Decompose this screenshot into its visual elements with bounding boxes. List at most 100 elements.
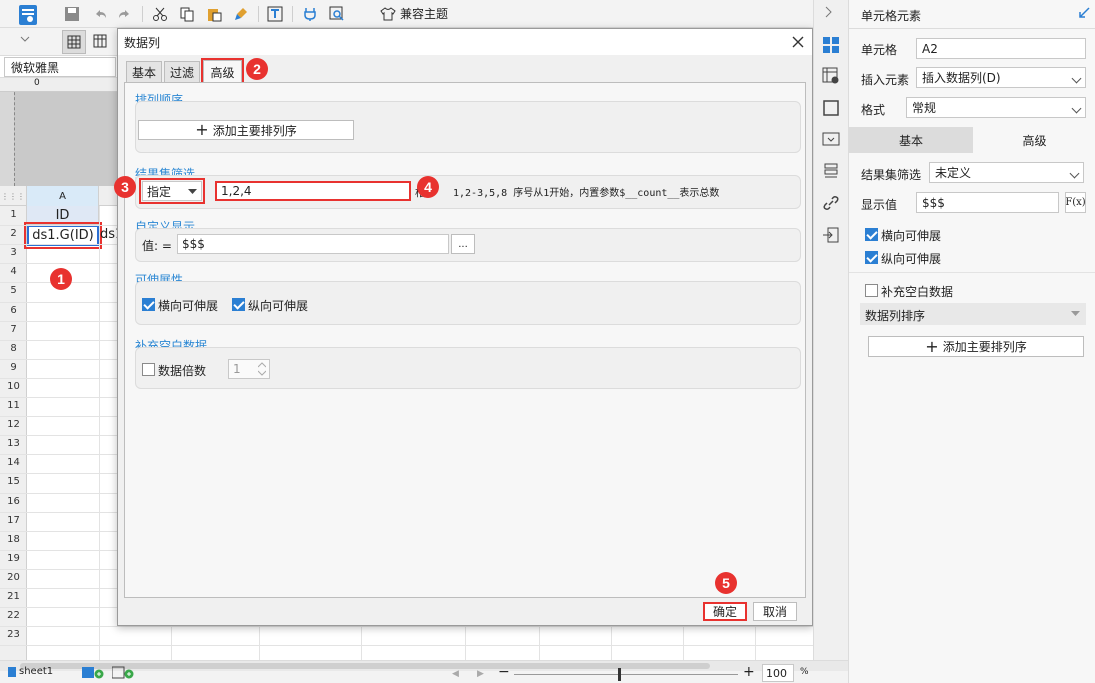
row-header[interactable]: 11 [0, 400, 27, 411]
row-header[interactable]: 1 [0, 209, 27, 220]
row-header[interactable]: 10 [0, 381, 27, 392]
preview-search-icon[interactable] [327, 4, 347, 24]
multiple-value: 1 [233, 362, 241, 376]
add-sheet-icon[interactable] [82, 666, 104, 679]
ok-button[interactable]: 确定 [703, 602, 747, 621]
panel-h-expand-checkbox[interactable] [865, 228, 878, 241]
column-header-a[interactable]: A [27, 186, 99, 206]
hyperlink-icon[interactable] [822, 194, 840, 212]
import-icon[interactable] [822, 226, 840, 244]
row-header[interactable]: 4 [0, 266, 27, 277]
panel-tab-basic[interactable]: 基本 [849, 127, 973, 153]
sort-header[interactable]: 数据列排序 [860, 303, 1086, 325]
stepper-arrows-icon [258, 362, 266, 376]
copy-icon[interactable] [177, 4, 197, 24]
row-header[interactable]: 6 [0, 305, 27, 316]
panel-filter-select[interactable]: 未定义 [929, 162, 1084, 183]
multiple-stepper[interactable]: 1 [228, 359, 270, 379]
panel-filter-label: 结果集筛选 [861, 168, 922, 182]
row-header[interactable]: 20 [0, 572, 27, 583]
display-input[interactable]: $$$ [916, 192, 1059, 213]
row-header[interactable]: 3 [0, 247, 27, 258]
table-icon[interactable] [92, 33, 108, 49]
tab-filter[interactable]: 过滤 [164, 61, 200, 82]
filter-mode-highlight [139, 178, 205, 204]
row-header[interactable]: 14 [0, 457, 27, 468]
value-input[interactable]: $$$ [177, 234, 449, 254]
multiple-checkbox[interactable] [142, 363, 155, 376]
zoom-in-icon[interactable]: + [743, 664, 755, 680]
cell-input[interactable]: A2 [916, 38, 1086, 59]
h-expand-label: 横向可伸展 [158, 299, 219, 313]
ellipsis-button[interactable]: ... [451, 234, 475, 254]
paste-icon[interactable] [204, 4, 224, 24]
panel-add-sort-button[interactable]: + 添加主要排列序 [868, 336, 1084, 357]
format-select[interactable]: 常规 [906, 97, 1086, 118]
chevron-right-icon[interactable] [824, 6, 834, 18]
chevron-down-icon[interactable] [20, 36, 30, 44]
scroll-left-icon[interactable]: ◀ [452, 669, 459, 679]
condition-attribute-icon[interactable] [822, 162, 840, 180]
data-column-dialog: 数据列 基本 过滤 高级 排列顺序 + 添加主要排列序 结果集筛选 指定 1,2… [117, 28, 813, 626]
row-header[interactable]: 17 [0, 515, 27, 526]
cut-icon[interactable] [150, 4, 170, 24]
row-header[interactable]: 13 [0, 438, 27, 449]
filter-value-input[interactable]: 1,2,4 [215, 181, 411, 201]
grid-line [99, 206, 100, 660]
insert-value: 插入数据列(D) [922, 71, 1001, 85]
panel-fill-checkbox[interactable] [865, 284, 878, 297]
row-header[interactable]: 7 [0, 324, 27, 335]
row-header[interactable]: 8 [0, 343, 27, 354]
font-value: 微软雅黑 [11, 60, 60, 75]
zoom-slider-handle[interactable] [618, 668, 621, 681]
undo-icon[interactable] [90, 4, 110, 24]
row-header[interactable]: 5 [0, 285, 27, 296]
row-header[interactable]: 23 [0, 629, 27, 640]
step-badge-1: 1 [50, 268, 72, 290]
row-header[interactable]: 9 [0, 362, 27, 373]
insert-select[interactable]: 插入数据列(D) [916, 67, 1086, 88]
close-icon[interactable] [788, 32, 808, 52]
v-expand-checkbox[interactable] [232, 298, 245, 311]
collapse-arrow-icon[interactable] [1078, 7, 1090, 19]
multiple-label: 数据倍数 [158, 364, 207, 378]
compatible-theme-button[interactable]: 兼容主题 [380, 5, 448, 22]
save-icon[interactable] [62, 4, 82, 24]
cancel-button[interactable]: 取消 [753, 602, 797, 621]
h-expand-checkbox[interactable] [142, 298, 155, 311]
sheet-tab[interactable]: sheet1 [8, 666, 53, 677]
row-header[interactable]: 2 [0, 228, 27, 239]
add-sort-button[interactable]: + 添加主要排列序 [138, 120, 354, 140]
redo-icon[interactable] [115, 4, 135, 24]
format-painter-icon[interactable] [231, 4, 251, 24]
font-select[interactable]: 微软雅黑 [4, 57, 116, 77]
widget-icon[interactable] [822, 130, 840, 148]
template-icon[interactable] [14, 2, 42, 28]
step-badge-2: 2 [246, 58, 268, 80]
plug-icon[interactable] [300, 4, 320, 24]
zoom-input[interactable]: 100 [762, 664, 794, 682]
cell-element-icon[interactable] [822, 36, 840, 54]
add-report-icon[interactable] [112, 666, 134, 679]
zoom-out-icon[interactable]: − [498, 664, 510, 680]
page-preview-area: 0 [0, 78, 117, 186]
row-header[interactable]: 22 [0, 610, 27, 621]
panel-v-expand-checkbox[interactable] [865, 251, 878, 264]
select-all-corner[interactable]: ⋮⋮⋮ [0, 186, 27, 206]
scroll-right-icon[interactable]: ▶ [477, 669, 484, 679]
row-header[interactable]: 15 [0, 476, 27, 487]
formula-button[interactable]: F(x) [1065, 192, 1086, 213]
grid-toggle-icon[interactable] [62, 30, 86, 54]
row-header[interactable]: 21 [0, 591, 27, 602]
row-header[interactable]: 12 [0, 419, 27, 430]
zoom-slider[interactable] [514, 674, 738, 675]
panel-tab-advanced[interactable]: 高级 [973, 127, 1095, 153]
row-header[interactable]: 18 [0, 534, 27, 545]
tab-advanced-highlight [201, 58, 244, 85]
tab-basic[interactable]: 基本 [126, 61, 162, 82]
float-element-icon[interactable] [822, 99, 840, 117]
text-box-icon[interactable] [265, 4, 285, 24]
row-header[interactable]: 19 [0, 553, 27, 564]
cell-attribute-icon[interactable] [822, 67, 840, 85]
row-header[interactable]: 16 [0, 496, 27, 507]
